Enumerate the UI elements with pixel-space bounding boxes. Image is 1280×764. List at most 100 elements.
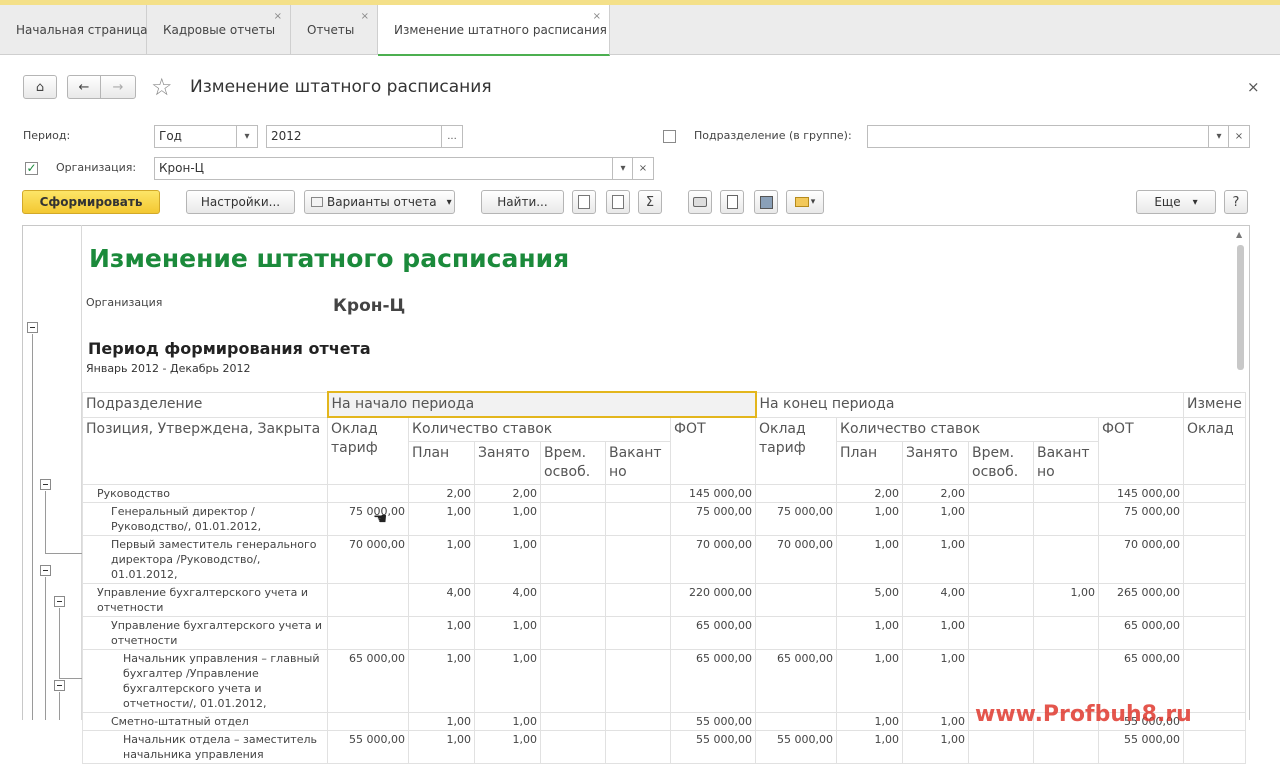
preview-button[interactable]	[720, 190, 744, 214]
organization-checkbox[interactable]: ✓	[25, 162, 38, 175]
report-variants-button[interactable]: Варианты отчета ▾	[304, 190, 455, 214]
settings-button[interactable]: Настройки...	[186, 190, 295, 214]
close-icon[interactable]: ×	[361, 11, 369, 22]
chevron-down-icon[interactable]: ▾	[1208, 125, 1230, 148]
row-cell	[540, 535, 606, 584]
period-select-button[interactable]: ...	[441, 125, 463, 148]
table-row[interactable]: Управление бухгалтерского учета и отчетн…	[82, 583, 1246, 617]
col-tempfree-end: Врем. освоб.	[968, 441, 1034, 485]
help-button[interactable]: ?	[1224, 190, 1248, 214]
tab-home[interactable]: Начальная страница	[0, 5, 148, 55]
col-occupied-start: Занято	[474, 441, 541, 485]
period-type-select[interactable]: Год	[154, 125, 238, 148]
row-cell: 4,00	[474, 583, 541, 617]
row-cell: 1,00	[836, 712, 903, 731]
period-value-field[interactable]: 2012	[266, 125, 442, 148]
row-cell: 2,00	[474, 484, 541, 503]
row-cell: 1,00	[408, 502, 475, 536]
report-title: Изменение штатного расписания	[89, 244, 570, 273]
forward-icon: →	[112, 79, 124, 95]
row-cell: 70 000,00	[755, 535, 837, 584]
row-cell	[605, 535, 671, 584]
row-cell: 1,00	[836, 535, 903, 584]
collapse-icon[interactable]	[40, 479, 51, 490]
home-button[interactable]: ⌂	[23, 75, 57, 99]
tab-hr-reports[interactable]: Кадровые отчеты ×	[147, 5, 291, 55]
row-cell	[1183, 484, 1246, 503]
chevron-down-icon[interactable]: ▾	[236, 125, 258, 148]
row-cell: 145 000,00	[1098, 484, 1184, 503]
table-header-row: Позиция, Утверждена, Закрыта Оклад тариф…	[82, 416, 1246, 485]
collapse-icon[interactable]	[40, 565, 51, 576]
more-label: Еще	[1154, 195, 1181, 209]
row-cell: 65 000,00	[755, 649, 837, 713]
find-button[interactable]: Найти...	[481, 190, 564, 214]
row-cell: 1,00	[902, 502, 969, 536]
row-cell	[605, 712, 671, 731]
back-button[interactable]: ←	[67, 75, 101, 99]
back-icon: ←	[78, 79, 90, 95]
envelope-icon	[794, 197, 809, 207]
collapse-icon[interactable]	[54, 596, 65, 607]
sum-button[interactable]: Σ	[638, 190, 662, 214]
row-cell: 1,00	[408, 730, 475, 764]
scroll-up-icon[interactable]: ▲	[1236, 230, 1242, 239]
window-close-icon[interactable]: ×	[1247, 78, 1260, 96]
tab-reports[interactable]: Отчеты ×	[291, 5, 378, 55]
send-mail-button[interactable]: ▾	[786, 190, 824, 214]
row-cell: 65 000,00	[1098, 616, 1184, 650]
row-cell: 70 000,00	[670, 535, 756, 584]
col-vacant-end: Вакант но	[1033, 441, 1099, 485]
row-cell	[1183, 712, 1246, 731]
close-icon[interactable]: ×	[593, 11, 601, 22]
table-header-row: Подразделение На начало периода На конец…	[82, 391, 1246, 418]
group-end-header: На конец периода	[755, 391, 1184, 418]
forward-button[interactable]: →	[100, 75, 136, 99]
home-icon: ⌂	[35, 79, 45, 95]
close-icon[interactable]: ×	[274, 11, 282, 22]
row-position-name: Управление бухгалтерского учета и отчетн…	[82, 616, 328, 650]
preview-icon	[726, 195, 738, 209]
row-cell: 1,00	[408, 616, 475, 650]
generate-button[interactable]: Сформировать	[22, 190, 160, 214]
row-cell	[1183, 730, 1246, 764]
clear-icon[interactable]: ×	[632, 157, 654, 180]
table-row[interactable]: Руководство 2,00 2,00 145 000,00 2,00 2,00 145…	[82, 484, 1246, 503]
row-cell	[605, 502, 671, 536]
subdivision-checkbox[interactable]	[663, 130, 676, 143]
save-button[interactable]	[754, 190, 778, 214]
table-row[interactable]: Управление бухгалтерского учета и отчетн…	[82, 616, 1246, 650]
table-row[interactable]: Генеральный директор /Руководство/, 01.0…	[82, 502, 1246, 536]
collapse-groups-button[interactable]	[606, 190, 630, 214]
collapse-icon[interactable]	[27, 322, 38, 333]
table-row[interactable]: Первый заместитель генерального директор…	[82, 535, 1246, 584]
sum-icon: Σ	[645, 194, 655, 210]
more-button[interactable]: Еще ▾	[1136, 190, 1216, 214]
print-button[interactable]	[688, 190, 712, 214]
col-subdivision: Подразделение	[82, 391, 328, 418]
scrollbar-thumb[interactable]	[1237, 245, 1244, 370]
tab-label: Изменение штатного расписания	[394, 22, 607, 37]
organization-field[interactable]: Крон-Ц	[154, 157, 614, 180]
subdivision-field[interactable]	[867, 125, 1209, 148]
collapse-icon[interactable]	[54, 680, 65, 691]
group-change-header: Измене	[1183, 391, 1246, 418]
row-cell	[1183, 616, 1246, 650]
period-value: Январь 2012 - Декабрь 2012	[86, 362, 251, 375]
col-plan-end: План	[836, 441, 903, 485]
chevron-down-icon: ▾	[446, 196, 452, 208]
table-row[interactable]: Начальник отдела – заместитель начальник…	[82, 730, 1246, 764]
col-salary-change: Оклад	[1183, 416, 1246, 485]
tab-staff-schedule-change[interactable]: Изменение штатного расписания ×	[378, 5, 610, 56]
expand-groups-button[interactable]	[572, 190, 596, 214]
clear-icon[interactable]: ×	[1228, 125, 1250, 148]
window-title: Изменение штатного расписания	[190, 77, 492, 97]
chevron-down-icon: ▾	[810, 197, 816, 207]
row-cell: 1,00	[474, 730, 541, 764]
group-start-header[interactable]: На начало периода	[326, 391, 757, 418]
row-cell: 1,00	[1033, 583, 1099, 617]
favorite-star-icon[interactable]: ☆	[151, 73, 173, 101]
chevron-down-icon[interactable]: ▾	[612, 157, 634, 180]
printer-icon	[693, 197, 707, 207]
row-cell	[540, 616, 606, 650]
